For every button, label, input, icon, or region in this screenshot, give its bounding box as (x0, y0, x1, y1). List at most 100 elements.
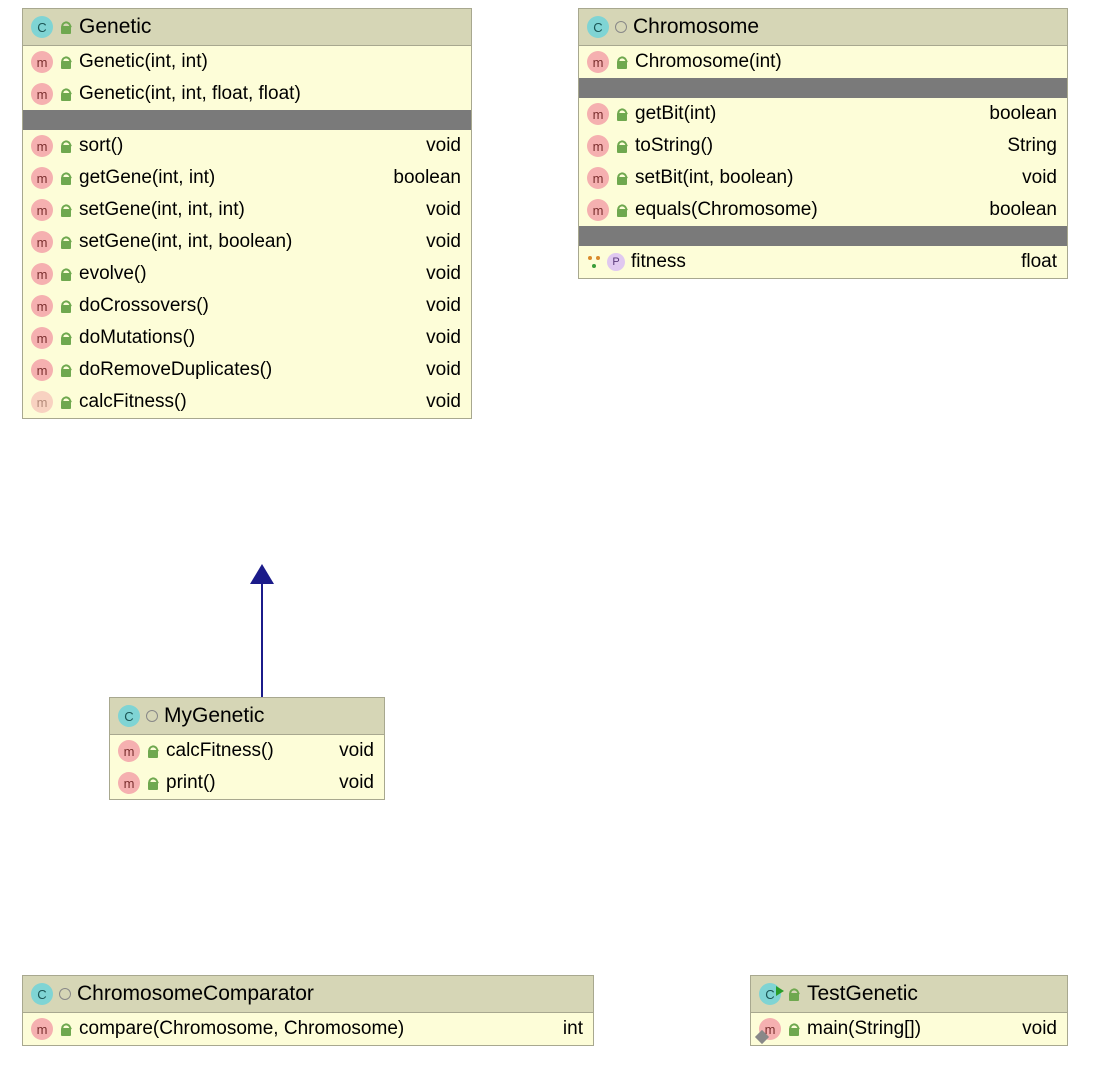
public-icon (59, 203, 73, 217)
method-sig: compare(Chromosome, Chromosome) (79, 1018, 557, 1040)
method-row[interactable]: m doCrossovers() void (23, 290, 471, 322)
method-icon: m (31, 327, 53, 349)
property-badge-icon: P (607, 253, 625, 271)
section-divider (579, 226, 1067, 246)
method-row[interactable]: m compare(Chromosome, Chromosome) int (23, 1013, 593, 1045)
method-icon: m (31, 263, 53, 285)
method-return: void (426, 391, 461, 413)
property-icon (587, 255, 601, 269)
method-icon: m (759, 1018, 781, 1040)
method-sig: doCrossovers() (79, 295, 420, 317)
class-name: ChromosomeComparator (77, 982, 314, 1006)
method-row[interactable]: m getBit(int) boolean (579, 98, 1067, 130)
class-icon: C (31, 16, 53, 38)
public-icon (59, 331, 73, 345)
method-sig: getGene(int, int) (79, 167, 387, 189)
method-icon: m (31, 167, 53, 189)
class-chromosomecomparator[interactable]: C ChromosomeComparator m compare(Chromos… (22, 975, 594, 1046)
method-row[interactable]: m setGene(int, int, boolean) void (23, 226, 471, 258)
method-row[interactable]: m doRemoveDuplicates() void (23, 354, 471, 386)
method-return: void (339, 772, 374, 794)
method-row[interactable]: m toString() String (579, 130, 1067, 162)
method-return: void (426, 327, 461, 349)
method-return: void (426, 135, 461, 157)
method-return: void (426, 199, 461, 221)
method-sig: equals(Chromosome) (635, 199, 983, 221)
public-icon (59, 299, 73, 313)
method-return: int (563, 1018, 583, 1040)
public-icon (59, 395, 73, 409)
method-icon: m (31, 51, 53, 73)
method-sig: toString() (635, 135, 1001, 157)
public-icon (615, 55, 629, 69)
abstract-method-icon: m (31, 391, 53, 413)
runnable-class-icon: C (759, 983, 781, 1005)
constructor-row[interactable]: m Genetic(int, int) (23, 46, 471, 78)
constructor-row[interactable]: m Genetic(int, int, float, float) (23, 78, 471, 110)
method-return: void (1022, 167, 1057, 189)
method-icon: m (587, 51, 609, 73)
class-genetic[interactable]: C Genetic m Genetic(int, int) m Genetic(… (22, 8, 472, 419)
class-icon: C (118, 705, 140, 727)
method-icon: m (587, 199, 609, 221)
package-icon (59, 988, 71, 1000)
method-icon: m (31, 199, 53, 221)
method-sig: setGene(int, int, int) (79, 199, 420, 221)
public-icon (59, 139, 73, 153)
public-icon (615, 107, 629, 121)
method-sig: Genetic(int, int, float, float) (79, 83, 461, 105)
property-row[interactable]: P fitness float (579, 246, 1067, 278)
method-row[interactable]: m setGene(int, int, int) void (23, 194, 471, 226)
method-sig: print() (166, 772, 333, 794)
method-row[interactable]: m evolve() void (23, 258, 471, 290)
method-icon: m (31, 1018, 53, 1040)
method-sig: setGene(int, int, boolean) (79, 231, 420, 253)
constructor-row[interactable]: m Chromosome(int) (579, 46, 1067, 78)
public-icon (59, 20, 73, 34)
method-row[interactable]: m calcFitness() void (23, 386, 471, 418)
method-sig: main(String[]) (807, 1018, 1016, 1040)
method-sig: sort() (79, 135, 420, 157)
method-icon: m (31, 231, 53, 253)
method-sig: doRemoveDuplicates() (79, 359, 420, 381)
class-icon: C (31, 983, 53, 1005)
class-name: Genetic (79, 15, 151, 39)
method-return: void (426, 295, 461, 317)
method-row[interactable]: m main(String[]) void (751, 1013, 1067, 1045)
class-header: C Genetic (23, 9, 471, 46)
method-sig: calcFitness() (79, 391, 420, 413)
method-row[interactable]: m print() void (110, 767, 384, 799)
method-sig: Chromosome(int) (635, 51, 1057, 73)
method-row[interactable]: m setBit(int, boolean) void (579, 162, 1067, 194)
method-return: void (1022, 1018, 1057, 1040)
class-icon: C (587, 16, 609, 38)
method-row[interactable]: m sort() void (23, 130, 471, 162)
public-icon (146, 744, 160, 758)
method-row[interactable]: m calcFitness() void (110, 735, 384, 767)
method-row[interactable]: m doMutations() void (23, 322, 471, 354)
method-sig: evolve() (79, 263, 420, 285)
class-testgenetic[interactable]: C TestGenetic m main(String[]) void (750, 975, 1068, 1046)
public-icon (59, 1022, 73, 1036)
method-icon: m (587, 103, 609, 125)
public-icon (615, 139, 629, 153)
method-sig: doMutations() (79, 327, 420, 349)
method-row[interactable]: m getGene(int, int) boolean (23, 162, 471, 194)
method-icon: m (118, 772, 140, 794)
method-row[interactable]: m equals(Chromosome) boolean (579, 194, 1067, 226)
method-icon: m (587, 167, 609, 189)
method-icon: m (31, 359, 53, 381)
method-sig: setBit(int, boolean) (635, 167, 1016, 189)
public-icon (59, 235, 73, 249)
class-header: C MyGenetic (110, 698, 384, 735)
class-name: TestGenetic (807, 982, 918, 1006)
class-mygenetic[interactable]: C MyGenetic m calcFitness() void m print… (109, 697, 385, 800)
method-return: boolean (989, 103, 1057, 125)
public-icon (787, 1022, 801, 1036)
public-icon (615, 203, 629, 217)
class-chromosome[interactable]: C Chromosome m Chromosome(int) m getBit(… (578, 8, 1068, 279)
method-return: boolean (989, 199, 1057, 221)
method-return: String (1007, 135, 1057, 157)
method-sig: getBit(int) (635, 103, 983, 125)
class-header: C ChromosomeComparator (23, 976, 593, 1013)
